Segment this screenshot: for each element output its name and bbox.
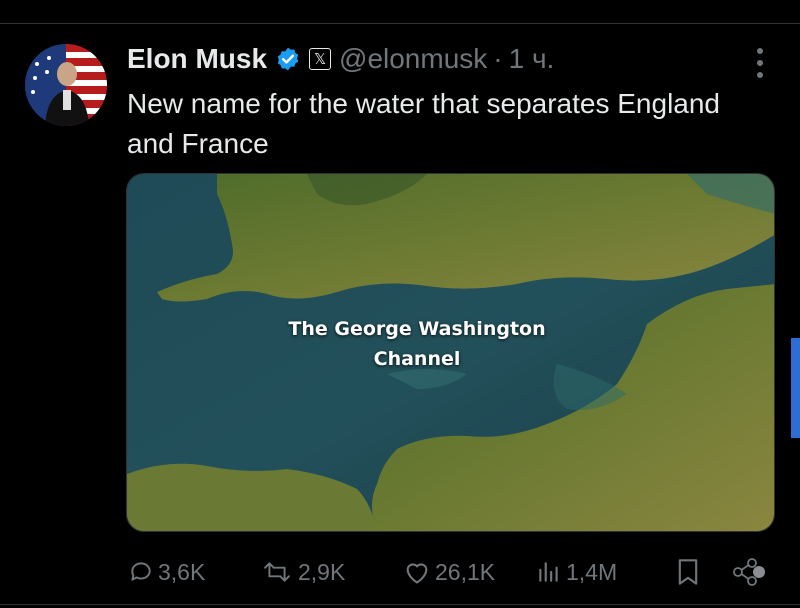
top-divider (0, 23, 800, 24)
reply-button[interactable]: 3,6K (128, 552, 205, 592)
bookmark-button[interactable] (676, 552, 704, 592)
avatar[interactable] (25, 44, 107, 126)
tweet-header: Elon Musk 𝕏 @elonmusk · 1 ч. (127, 40, 554, 78)
like-count: 26,1K (435, 558, 496, 585)
bookmark-icon (678, 559, 698, 585)
tweet-actions: 3,6K 2,9K 26,1K 1,4M (128, 552, 788, 592)
reply-count: 3,6K (158, 558, 206, 585)
verified-badge-icon[interactable] (275, 46, 301, 72)
tweet-media-image[interactable]: The George Washington Channel (126, 173, 775, 532)
map-label: The George Washington Channel (257, 314, 577, 374)
scroll-indicator[interactable] (791, 338, 800, 438)
x-logo-icon[interactable]: 𝕏 (309, 48, 332, 70)
separator-dot: · (493, 43, 503, 74)
repost-icon (264, 562, 290, 582)
more-vertical-icon[interactable] (748, 48, 772, 78)
map-label-line1: The George Washington (288, 318, 546, 340)
views-count: 1,4M (566, 558, 618, 585)
bottom-divider (0, 604, 800, 605)
author-name[interactable]: Elon Musk (127, 43, 267, 75)
tweet-text: New name for the water that separates En… (127, 88, 721, 159)
share-icon (733, 558, 765, 586)
repost-button[interactable]: 2,9K (260, 552, 345, 592)
map-label-line2: Channel (373, 348, 461, 370)
tweet-time[interactable]: 1 ч. (509, 43, 555, 75)
reply-icon (131, 562, 151, 581)
heart-icon (406, 563, 428, 584)
like-button[interactable]: 26,1K (403, 552, 495, 592)
views-icon (539, 562, 558, 582)
author-handle[interactable]: @elonmusk (339, 43, 487, 75)
views-button[interactable]: 1,4M (536, 552, 617, 592)
repost-count: 2,9K (298, 558, 346, 585)
share-button[interactable] (732, 552, 770, 592)
